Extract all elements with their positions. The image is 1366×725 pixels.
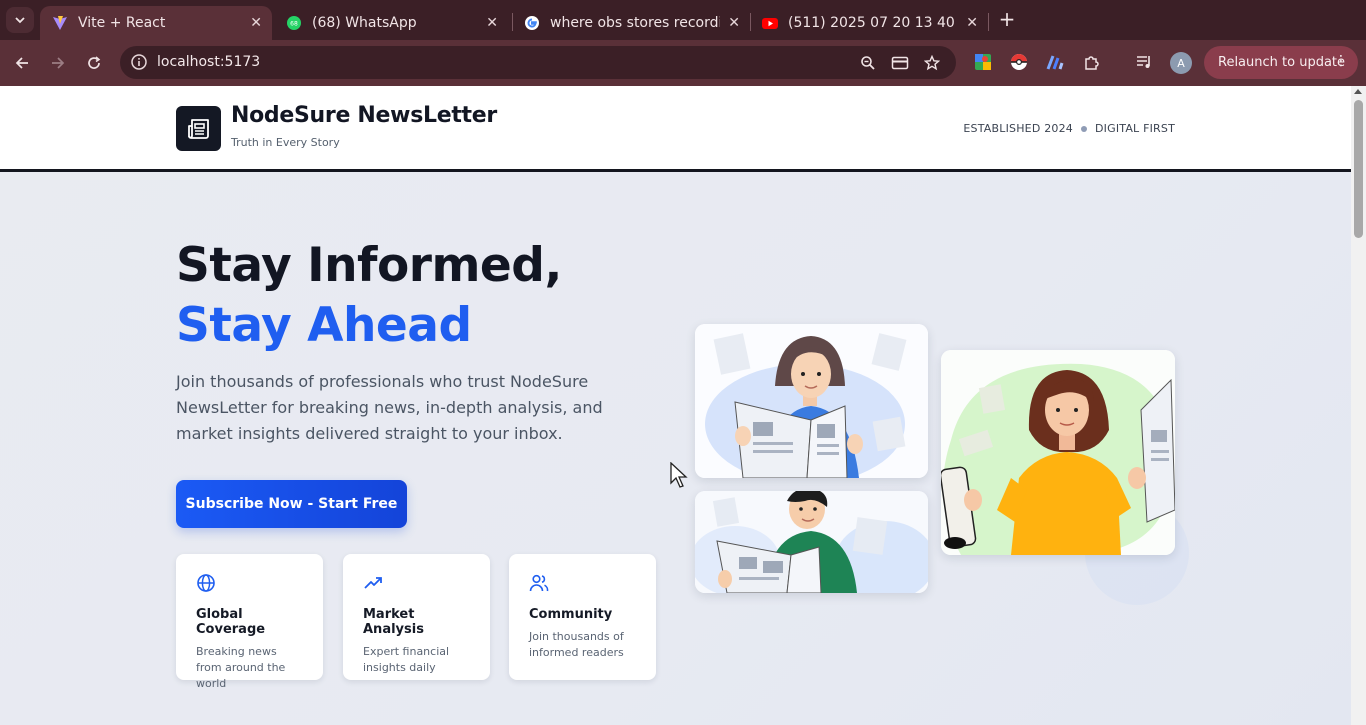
feature-description: Join thousands of informed readers bbox=[529, 630, 624, 659]
mouse-cursor-icon bbox=[670, 462, 688, 488]
tab-google-search[interactable]: where obs stores recordi ✕ bbox=[512, 6, 750, 40]
browser-tab-bar: Vite + React ✕ 68 (68) WhatsApp ✕ where … bbox=[0, 0, 1366, 40]
tab-youtube[interactable]: (511) 2025 07 20 13 40 5 ✕ bbox=[750, 6, 988, 40]
hero-headline-accent: Stay Ahead bbox=[176, 298, 472, 353]
close-icon[interactable]: ✕ bbox=[966, 15, 978, 31]
site-info-icon[interactable] bbox=[130, 53, 148, 71]
page-scrollbar[interactable] bbox=[1351, 86, 1366, 725]
relaunch-label: Relaunch to update bbox=[1218, 55, 1346, 70]
page-viewport: NodeSure NewsLetter Truth in Every Story… bbox=[0, 86, 1351, 725]
arrow-right-icon bbox=[52, 57, 65, 69]
arrow-left-icon bbox=[15, 57, 28, 69]
tab-whatsapp[interactable]: 68 (68) WhatsApp ✕ bbox=[274, 6, 508, 40]
card-icon[interactable] bbox=[890, 53, 910, 73]
tab-title: Vite + React bbox=[78, 15, 166, 31]
header-meta: ESTABLISHED 2024 DIGITAL FIRST bbox=[963, 122, 1175, 135]
tab-vite-react[interactable]: Vite + React ✕ bbox=[40, 6, 272, 40]
feature-description: Expert financial insights daily bbox=[363, 645, 450, 674]
vite-icon bbox=[52, 15, 68, 31]
meta-digital-first: DIGITAL FIRST bbox=[1094, 122, 1175, 135]
extension-pokeball-icon[interactable] bbox=[1008, 51, 1030, 73]
feature-card-community: Community Join thousands of informed rea… bbox=[509, 554, 656, 680]
profile-avatar[interactable]: A bbox=[1170, 52, 1192, 74]
more-vert-icon[interactable]: ⋮ bbox=[1334, 53, 1348, 69]
media-control-icon[interactable] bbox=[1133, 51, 1155, 73]
feature-title: Community bbox=[529, 607, 613, 622]
tab-title: (511) 2025 07 20 13 40 5 bbox=[788, 15, 956, 31]
brand-tagline: Truth in Every Story bbox=[231, 136, 340, 149]
reload-button[interactable] bbox=[82, 51, 106, 75]
trending-up-icon bbox=[364, 577, 382, 589]
illustration-woman-newspapers bbox=[941, 350, 1175, 555]
extension-maps-icon[interactable] bbox=[972, 51, 994, 73]
close-icon[interactable]: ✕ bbox=[728, 15, 740, 31]
globe-icon bbox=[197, 574, 215, 592]
feature-card-market-analysis: Market Analysis Expert financial insight… bbox=[343, 554, 490, 680]
whatsapp-icon: 68 bbox=[286, 15, 302, 31]
newspaper-logo-icon[interactable] bbox=[176, 106, 221, 151]
meta-established: ESTABLISHED 2024 bbox=[963, 122, 1073, 135]
zoom-icon[interactable] bbox=[858, 53, 878, 73]
extension-analytics-icon[interactable] bbox=[1044, 51, 1066, 73]
feature-title: Global Coverage bbox=[196, 607, 266, 637]
scroll-up-arrow-icon[interactable] bbox=[1354, 89, 1362, 94]
browser-toolbar: localhost:5173 A Relaunch to update ⋮ bbox=[0, 40, 1366, 86]
hero-description: Join thousands of professionals who trus… bbox=[176, 372, 603, 443]
hero-headline: Stay Informed, bbox=[176, 238, 562, 293]
relaunch-button[interactable]: Relaunch to update ⋮ bbox=[1204, 46, 1358, 79]
forward-button[interactable] bbox=[46, 51, 70, 75]
users-icon bbox=[529, 574, 549, 592]
illustration-woman-reading bbox=[695, 324, 928, 478]
feature-title: Market Analysis bbox=[363, 607, 424, 637]
tab-title: (68) WhatsApp bbox=[312, 15, 417, 31]
tab-search-button[interactable] bbox=[6, 7, 34, 33]
puzzle-icon[interactable] bbox=[1081, 51, 1103, 73]
star-icon[interactable] bbox=[922, 53, 942, 73]
new-tab-button[interactable]: + bbox=[996, 8, 1018, 32]
google-icon bbox=[524, 15, 540, 31]
illustration-man-reading bbox=[695, 491, 928, 593]
brand-name[interactable]: NodeSure NewsLetter bbox=[231, 103, 497, 128]
subscribe-button[interactable]: Subscribe Now - Start Free bbox=[176, 480, 407, 528]
tab-separator bbox=[988, 13, 989, 31]
feature-card-global-coverage: Global Coverage Breaking news from aroun… bbox=[176, 554, 323, 690]
chevron-down-icon bbox=[15, 17, 25, 24]
url-text[interactable]: localhost:5173 bbox=[157, 54, 260, 70]
back-button[interactable] bbox=[10, 51, 34, 75]
svg-text:68: 68 bbox=[290, 21, 298, 28]
scrollbar-thumb[interactable] bbox=[1354, 100, 1363, 238]
meta-separator-dot bbox=[1080, 125, 1087, 132]
close-icon[interactable]: ✕ bbox=[486, 15, 498, 31]
site-header: NodeSure NewsLetter Truth in Every Story… bbox=[0, 86, 1351, 172]
close-icon[interactable]: ✕ bbox=[250, 15, 262, 31]
address-bar[interactable]: localhost:5173 bbox=[120, 46, 956, 79]
feature-description: Breaking news from around the world bbox=[196, 645, 286, 690]
tab-title: where obs stores recordi bbox=[550, 15, 720, 31]
youtube-icon bbox=[762, 15, 778, 31]
reload-icon bbox=[88, 56, 101, 69]
